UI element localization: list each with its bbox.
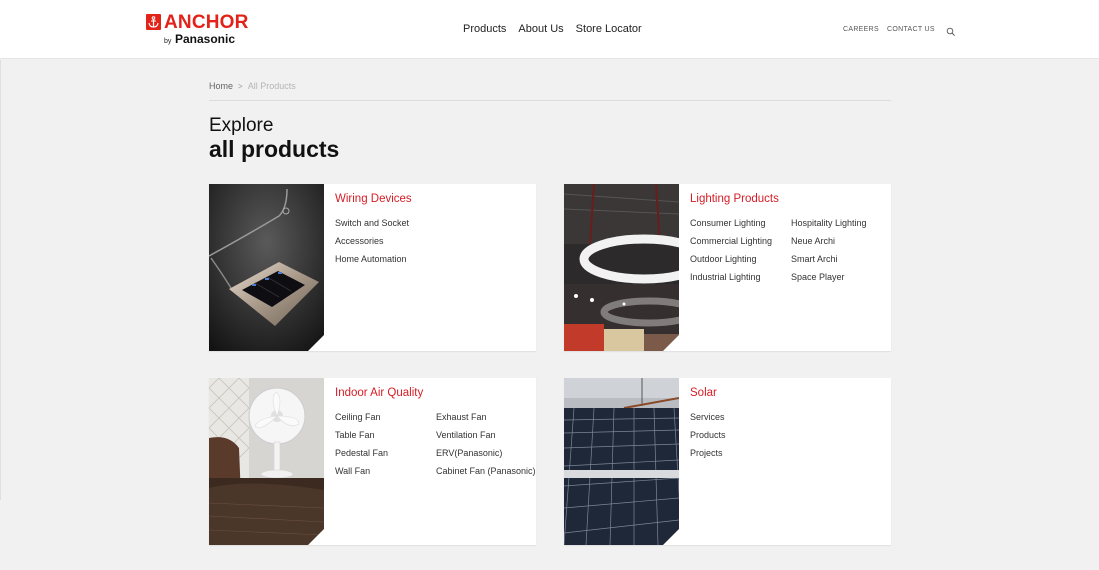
breadcrumb-divider [209,100,891,101]
page-title-line1: Explore [209,115,274,136]
category-links: Switch and Socket Accessories Home Autom… [335,217,515,265]
category-card-indoor-air-quality: Indoor Air Quality Ceiling Fan Exhaust F… [209,378,536,545]
careers-link[interactable]: CAREERS [843,26,879,33]
main-nav: Products About Us Store Locator [463,23,642,35]
link-services[interactable]: Services [690,411,870,423]
link-hospitality-lighting[interactable]: Hospitality Lighting [791,217,891,229]
category-links: Services Products Projects [690,411,870,459]
breadcrumb-home[interactable]: Home [209,81,233,91]
nav-store-locator[interactable]: Store Locator [576,23,642,35]
link-switch-and-socket[interactable]: Switch and Socket [335,217,515,229]
link-table-fan[interactable]: Table Fan [335,429,436,441]
category-card-lighting-products: Lighting Products Consumer Lighting Hosp… [564,184,891,351]
link-erv-panasonic[interactable]: ERV(Panasonic) [436,447,536,459]
lighting-products-image[interactable] [564,184,679,351]
category-heading-wiring-devices[interactable]: Wiring Devices [335,193,412,205]
category-card-solar: Solar Services Products Projects [564,378,891,545]
link-products[interactable]: Products [690,429,870,441]
nav-products[interactable]: Products [463,23,506,35]
site-header: ANCHOR by Panasonic Products About Us St… [0,0,1099,59]
link-consumer-lighting[interactable]: Consumer Lighting [690,217,791,229]
link-projects[interactable]: Projects [690,447,870,459]
link-pedestal-fan[interactable]: Pedestal Fan [335,447,436,459]
solar-image[interactable] [564,378,679,545]
category-card-wiring-devices: Wiring Devices Switch and Socket Accesso… [209,184,536,351]
chevron-right-icon: > [238,81,243,91]
anchor-panasonic-logo[interactable]: ANCHOR by Panasonic [146,12,256,49]
link-ventilation-fan[interactable]: Ventilation Fan [436,429,536,441]
breadcrumb-current: All Products [247,81,296,91]
anchor-icon [146,14,161,30]
page-left-border [0,60,1,500]
link-wall-fan[interactable]: Wall Fan [335,465,436,477]
link-accessories[interactable]: Accessories [335,235,515,247]
link-exhaust-fan[interactable]: Exhaust Fan [436,411,536,423]
link-outdoor-lighting[interactable]: Outdoor Lighting [690,253,791,265]
link-home-automation[interactable]: Home Automation [335,253,515,265]
category-heading-solar[interactable]: Solar [690,387,717,399]
breadcrumb: Home > All Products [209,81,296,91]
link-neue-archi[interactable]: Neue Archi [791,235,891,247]
category-links: Consumer Lighting Hospitality Lighting C… [690,217,891,283]
link-smart-archi[interactable]: Smart Archi [791,253,891,265]
category-heading-lighting-products[interactable]: Lighting Products [690,193,779,205]
link-ceiling-fan[interactable]: Ceiling Fan [335,411,436,423]
link-commercial-lighting[interactable]: Commercial Lighting [690,235,791,247]
logo-sub: Panasonic [175,32,236,46]
logo-brand: ANCHOR [164,12,249,33]
wiring-devices-image[interactable] [209,184,324,351]
search-icon[interactable] [946,24,956,36]
category-links: Ceiling Fan Exhaust Fan Table Fan Ventil… [335,411,536,477]
link-cabinet-fan-panasonic[interactable]: Cabinet Fan (Panasonic) [436,465,536,477]
page-title-line2: all products [209,136,340,162]
logo-by: by [164,38,172,45]
indoor-air-quality-image[interactable] [209,378,324,545]
link-space-player[interactable]: Space Player [791,271,891,283]
category-heading-indoor-air-quality[interactable]: Indoor Air Quality [335,387,423,399]
contact-us-link[interactable]: CONTACT US [887,26,935,33]
link-industrial-lighting[interactable]: Industrial Lighting [690,271,791,283]
nav-about-us[interactable]: About Us [518,23,563,35]
